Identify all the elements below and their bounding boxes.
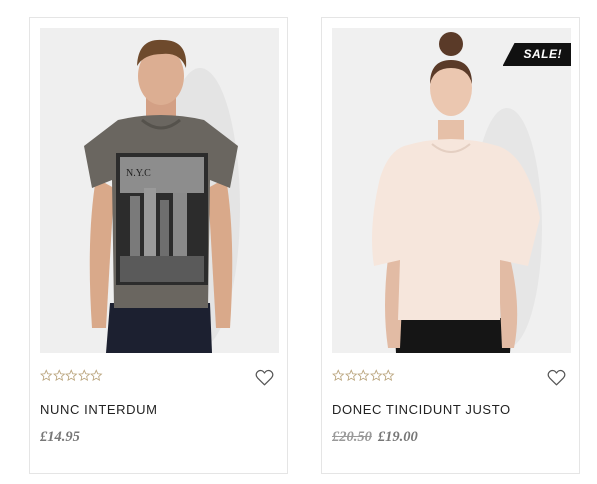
star-outline-icon — [357, 369, 370, 382]
man-tshirt-illustration: N.Y.C — [40, 28, 279, 353]
star-outline-icon — [40, 369, 53, 382]
star-outline-icon — [77, 369, 90, 382]
old-price: £20.50 — [332, 429, 372, 445]
product-image[interactable]: N.Y.C — [40, 28, 279, 353]
price-row: £20.50 £19.00 — [332, 429, 418, 446]
star-outline-icon — [65, 369, 78, 382]
star-outline-icon — [52, 369, 65, 382]
star-outline-icon — [332, 369, 345, 382]
product-name[interactable]: DONEC TINCIDUNT JUSTO — [332, 402, 511, 417]
heart-outline-icon[interactable] — [255, 369, 274, 386]
product-card[interactable]: SALE! DONEC TINCIDUNT JUSTO £20.50 £19.00 — [321, 17, 580, 474]
rating-stars — [40, 369, 103, 383]
star-outline-icon — [382, 369, 395, 382]
product-card[interactable]: N.Y.C NUNC INTERDUM £14.95 — [29, 17, 288, 474]
rating-stars — [332, 369, 395, 383]
product-name[interactable]: NUNC INTERDUM — [40, 402, 158, 417]
sale-badge: SALE! — [502, 43, 571, 66]
star-outline-icon — [344, 369, 357, 382]
product-image[interactable]: SALE! — [332, 28, 571, 353]
shirt-print-text: N.Y.C — [126, 168, 151, 179]
price-row: £14.95 — [40, 429, 80, 446]
heart-outline-icon[interactable] — [547, 369, 566, 386]
star-outline-icon — [90, 369, 103, 382]
woman-top-illustration — [332, 28, 571, 353]
product-price: £19.00 — [377, 429, 418, 445]
product-price: £14.95 — [40, 429, 80, 445]
star-outline-icon — [369, 369, 382, 382]
